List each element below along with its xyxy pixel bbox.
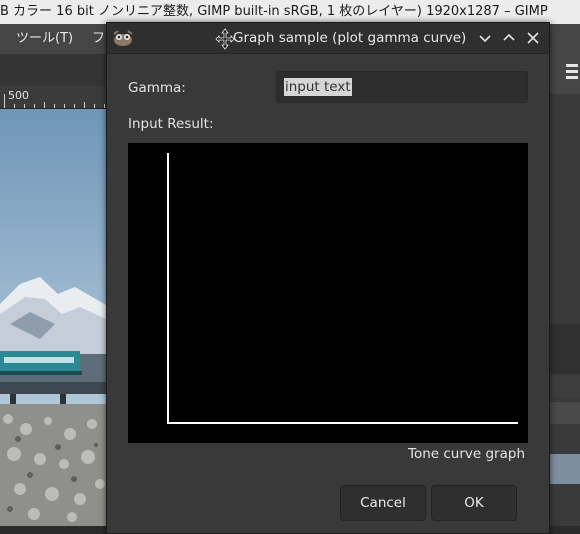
gamma-label: Gamma: bbox=[128, 80, 186, 96]
dialog-title: Graph sample (plot gamma curve) bbox=[233, 30, 467, 46]
landscape-photo bbox=[0, 109, 106, 526]
cancel-button[interactable]: Cancel bbox=[340, 485, 426, 521]
main-window-titlebar: B カラー 16 bit ノンリニア整数, GIMP built-in sRGB… bbox=[0, 0, 580, 24]
menu-filters[interactable]: フ bbox=[92, 24, 105, 54]
graph-caption: Tone curve graph bbox=[408, 446, 525, 462]
dialog-titlebar[interactable]: Graph sample (plot gamma curve) bbox=[107, 23, 549, 54]
tone-curve-graph bbox=[128, 143, 528, 443]
graph-canvas bbox=[167, 153, 518, 424]
graph-sample-dialog: Graph sample (plot gamma curve) Gamma: i… bbox=[106, 22, 550, 534]
ok-button[interactable]: OK bbox=[431, 485, 517, 521]
main-window-title: B カラー 16 bit ノンリニア整数, GIMP built-in sRGB… bbox=[0, 4, 548, 19]
layer-thumbnail[interactable] bbox=[550, 454, 580, 484]
dock-header bbox=[550, 54, 580, 94]
gimp-logo-icon bbox=[113, 30, 133, 46]
input-result-label: Input Result: bbox=[128, 116, 214, 132]
right-dock-panel bbox=[548, 54, 580, 526]
gamma-input-value: input text bbox=[284, 78, 352, 96]
dock-field-2[interactable] bbox=[550, 402, 580, 424]
canvas-image[interactable] bbox=[0, 109, 106, 526]
move-cursor-icon bbox=[215, 28, 235, 50]
gamma-input[interactable]: input text bbox=[276, 71, 528, 103]
menu-icon[interactable] bbox=[550, 54, 580, 94]
menu-tools[interactable]: ツール(T) bbox=[16, 24, 73, 54]
dock-tab[interactable] bbox=[550, 324, 580, 374]
close-icon[interactable] bbox=[523, 28, 543, 48]
chevron-up-icon[interactable] bbox=[499, 28, 519, 48]
ruler-label: 500 bbox=[8, 89, 29, 102]
chevron-down-icon[interactable] bbox=[475, 28, 495, 48]
horizontal-ruler: 500 bbox=[0, 86, 106, 109]
dock-field[interactable] bbox=[550, 376, 580, 398]
